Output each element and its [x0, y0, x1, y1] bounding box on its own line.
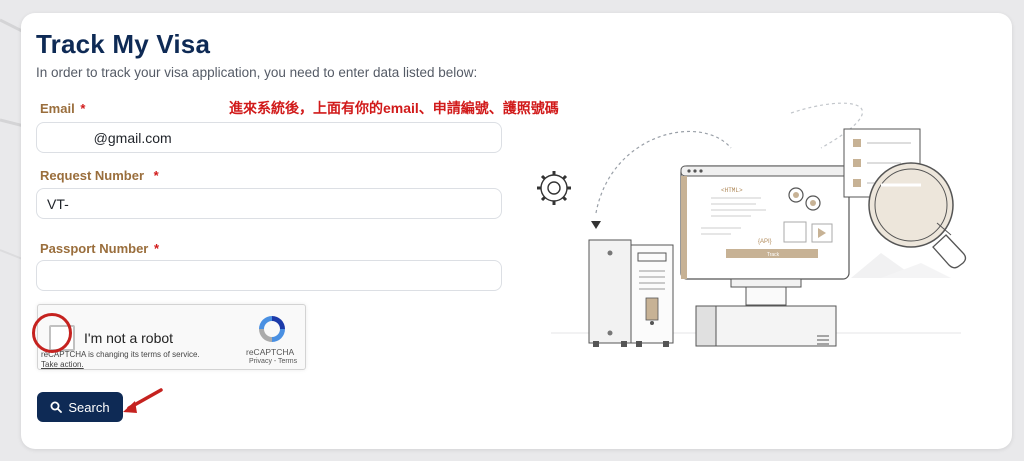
- monitor: <HTML> {API} Track: [680, 165, 850, 306]
- tracking-illustration: <HTML> {API} Track: [537, 102, 967, 347]
- page-title: Track My Visa: [36, 29, 211, 59]
- search-icon: [50, 401, 63, 413]
- recaptcha-take-action-link[interactable]: Take action.: [41, 360, 84, 369]
- passport-number-label-text: Passport Number: [40, 241, 149, 256]
- search-button[interactable]: Search: [37, 392, 123, 422]
- track-visa-card: Track My Visa In order to track your vis…: [21, 13, 1012, 449]
- request-number-label-text: Request Number: [40, 168, 145, 183]
- request-number-field[interactable]: [36, 188, 502, 219]
- track-mini-label: Track: [767, 252, 780, 258]
- request-number-required-mark: *: [153, 168, 159, 183]
- passport-number-required-mark: *: [154, 241, 160, 256]
- passport-number-label: Passport Number *: [40, 241, 159, 256]
- api-tag-label: {API}: [758, 239, 772, 245]
- email-field[interactable]: [36, 122, 502, 153]
- annotation-arrow: [123, 388, 163, 413]
- request-number-label: Request Number *: [40, 168, 159, 183]
- recaptcha-terms-link[interactable]: Privacy - Terms: [249, 358, 297, 365]
- email-label-text: Email: [40, 101, 75, 116]
- email-label: Email *: [40, 101, 85, 116]
- annotation-text: 進來系統後，上面有你的email、申請編號、護照號碼: [229, 100, 559, 116]
- recaptcha-notice: reCAPTCHA is changing its terms of servi…: [41, 350, 200, 359]
- email-required-mark: *: [80, 101, 86, 116]
- annotation-circle: [32, 313, 72, 353]
- page-subtitle: In order to track your visa application,…: [36, 65, 478, 80]
- recaptcha-widget: I'm not a robot reCAPTCHA is changing it…: [37, 304, 306, 370]
- magnifier-icon: [868, 162, 967, 269]
- recaptcha-logo-icon: [259, 316, 285, 342]
- recaptcha-label: I'm not a robot: [84, 330, 174, 346]
- passport-number-field[interactable]: [36, 260, 502, 291]
- html-tag-label: <HTML>: [721, 187, 743, 194]
- server-tower: [588, 239, 674, 347]
- recaptcha-brand: reCAPTCHA: [246, 347, 295, 357]
- gear-icon: [537, 171, 571, 205]
- search-button-label: Search: [68, 399, 110, 415]
